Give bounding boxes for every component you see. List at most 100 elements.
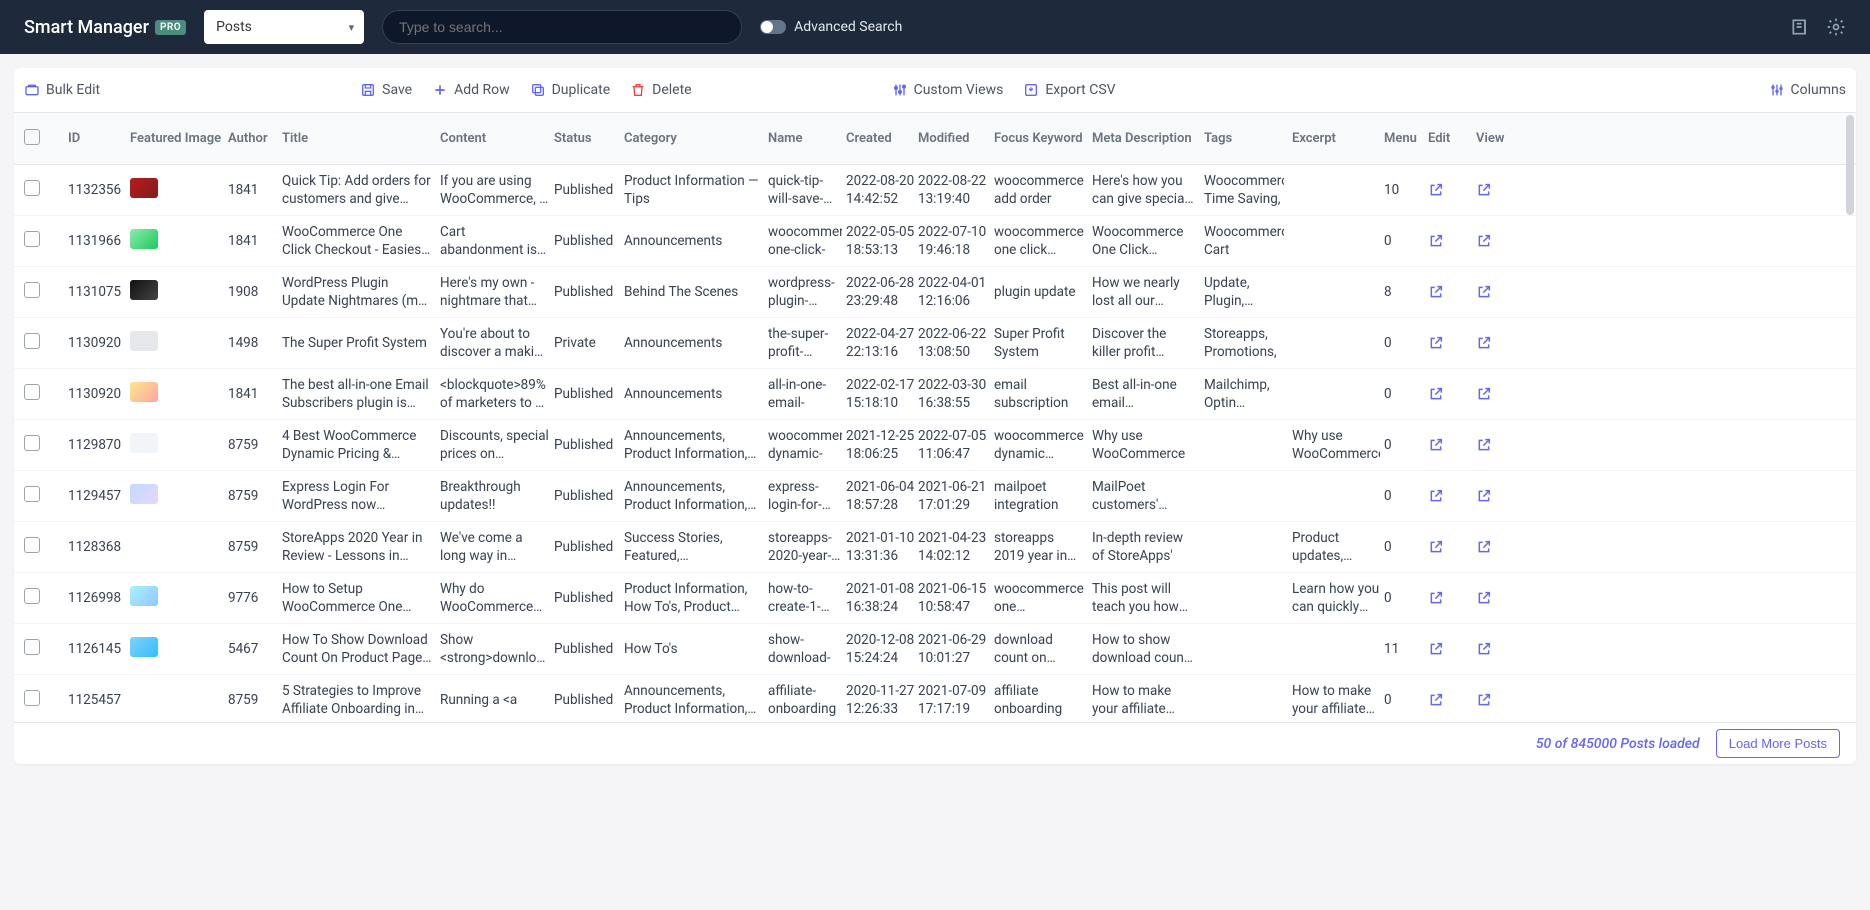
edit-link-icon[interactable] (1428, 437, 1476, 453)
featured-image-thumb[interactable] (130, 688, 158, 708)
view-link-icon[interactable] (1476, 233, 1526, 249)
table-row[interactable]: 11294578759Express Login For WordPress n… (14, 471, 1856, 522)
table-row[interactable]: 11309201498The Super Profit SystemYou're… (14, 318, 1856, 369)
view-link-icon[interactable] (1476, 284, 1526, 300)
cell-created: 2022-08-20 14:42:52 (846, 172, 918, 208)
table-row[interactable]: 11309201841The best all-in-one Email Sub… (14, 369, 1856, 420)
view-link-icon[interactable] (1476, 539, 1526, 555)
header-tags[interactable]: Tags (1200, 131, 1288, 146)
header-author[interactable]: Author (228, 131, 278, 146)
header-name[interactable]: Name (764, 131, 846, 146)
row-checkbox[interactable] (24, 333, 40, 349)
edit-link-icon[interactable] (1428, 182, 1476, 198)
load-more-button[interactable]: Load More Posts (1716, 729, 1840, 758)
edit-link-icon[interactable] (1428, 539, 1476, 555)
cell-menu: 0 (1384, 692, 1428, 708)
cell-status: Published (554, 692, 620, 708)
header-focus[interactable]: Focus Keyword (990, 131, 1088, 146)
edit-link-icon[interactable] (1428, 590, 1476, 606)
featured-image-thumb[interactable] (130, 484, 158, 504)
duplicate-button[interactable]: Duplicate (530, 82, 611, 98)
header-status[interactable]: Status (554, 131, 620, 146)
header-meta[interactable]: Meta Description (1088, 131, 1200, 146)
export-csv-button[interactable]: Export CSV (1023, 82, 1115, 98)
header-id[interactable]: ID (68, 131, 130, 146)
edit-link-icon[interactable] (1428, 641, 1476, 657)
row-checkbox[interactable] (24, 537, 40, 553)
row-checkbox[interactable] (24, 282, 40, 298)
edit-link-icon[interactable] (1428, 692, 1476, 708)
header-featured-image[interactable]: Featured Image (130, 131, 228, 146)
table-row[interactable]: 11323561841Quick Tip: Add orders for cus… (14, 165, 1856, 216)
cell-id: 1131075 (68, 284, 130, 300)
featured-image-thumb[interactable] (130, 178, 158, 198)
advanced-search-toggle[interactable]: Advanced Search (760, 19, 902, 35)
edit-link-icon[interactable] (1428, 488, 1476, 504)
table-row[interactable]: 11261455467How To Show Download Count On… (14, 624, 1856, 675)
cell-created: 2020-11-27 12:26:33 (846, 682, 918, 718)
table-row[interactable]: 11269989776How to Setup WooCommerce One … (14, 573, 1856, 624)
table-row[interactable]: 11283688759StoreApps 2020 Year in Review… (14, 522, 1856, 573)
save-button[interactable]: Save (360, 82, 412, 98)
row-checkbox[interactable] (24, 588, 40, 604)
bulk-edit-button[interactable]: Bulk Edit (24, 82, 100, 98)
select-all-checkbox[interactable] (24, 129, 40, 145)
search-box[interactable] (382, 10, 742, 44)
featured-image-thumb[interactable] (130, 586, 158, 606)
featured-image-thumb[interactable] (130, 331, 158, 351)
view-link-icon[interactable] (1476, 641, 1526, 657)
columns-button[interactable]: Columns (1769, 82, 1846, 98)
view-link-icon[interactable] (1476, 692, 1526, 708)
custom-views-button[interactable]: Custom Views (892, 82, 1004, 98)
edit-link-icon[interactable] (1428, 335, 1476, 351)
add-row-button[interactable]: Add Row (432, 82, 510, 98)
cell-status: Private (554, 335, 620, 351)
view-link-icon[interactable] (1476, 182, 1526, 198)
header-content[interactable]: Content (436, 131, 554, 146)
row-checkbox[interactable] (24, 384, 40, 400)
row-checkbox[interactable] (24, 639, 40, 655)
featured-image-thumb[interactable] (130, 382, 158, 402)
featured-image-thumb[interactable] (130, 280, 158, 300)
view-link-icon[interactable] (1476, 437, 1526, 453)
view-link-icon[interactable] (1476, 335, 1526, 351)
header-edit[interactable]: Edit (1428, 131, 1476, 146)
scrollbar-thumb[interactable] (1846, 115, 1854, 215)
header-title[interactable]: Title (278, 131, 436, 146)
header-modified[interactable]: Modified (918, 131, 990, 146)
table-row[interactable]: 112987087594 Best WooCommerce Dynamic Pr… (14, 420, 1856, 471)
toggle-switch[interactable] (760, 20, 786, 34)
edit-link-icon[interactable] (1428, 284, 1476, 300)
view-link-icon[interactable] (1476, 488, 1526, 504)
featured-image-thumb[interactable] (130, 637, 158, 657)
edit-link-icon[interactable] (1428, 386, 1476, 402)
header-excerpt[interactable]: Excerpt (1288, 131, 1384, 146)
view-link-icon[interactable] (1476, 590, 1526, 606)
row-checkbox[interactable] (24, 231, 40, 247)
featured-image-thumb[interactable] (130, 535, 158, 555)
gear-icon[interactable] (1826, 17, 1846, 37)
row-checkbox[interactable] (24, 486, 40, 502)
cell-author: 1908 (228, 284, 278, 300)
delete-button[interactable]: Delete (630, 82, 691, 98)
table-row[interactable]: 11319661841WooCommerce One Click Checkou… (14, 216, 1856, 267)
search-input[interactable] (399, 19, 725, 35)
cell-author: 8759 (228, 437, 278, 453)
entity-select[interactable]: Posts ▾ (204, 10, 364, 44)
row-checkbox[interactable] (24, 435, 40, 451)
table-row[interactable]: 112545787595 Strategies to Improve Affil… (14, 675, 1856, 722)
featured-image-thumb[interactable] (130, 433, 158, 453)
edit-link-icon[interactable] (1428, 233, 1476, 249)
featured-image-thumb[interactable] (130, 229, 158, 249)
header-view[interactable]: View (1476, 131, 1526, 146)
header-created[interactable]: Created (846, 131, 918, 146)
header-category[interactable]: Category (620, 131, 764, 146)
table-row[interactable]: 11310751908WordPress Plugin Update Night… (14, 267, 1856, 318)
row-checkbox[interactable] (24, 690, 40, 706)
view-link-icon[interactable] (1476, 386, 1526, 402)
cell-title: StoreApps 2020 Year in Review - Lessons … (282, 529, 432, 565)
docs-icon[interactable] (1790, 17, 1810, 37)
header-menu[interactable]: Menu (1384, 131, 1428, 146)
row-checkbox[interactable] (24, 180, 40, 196)
cell-name: show-download- (768, 631, 842, 667)
